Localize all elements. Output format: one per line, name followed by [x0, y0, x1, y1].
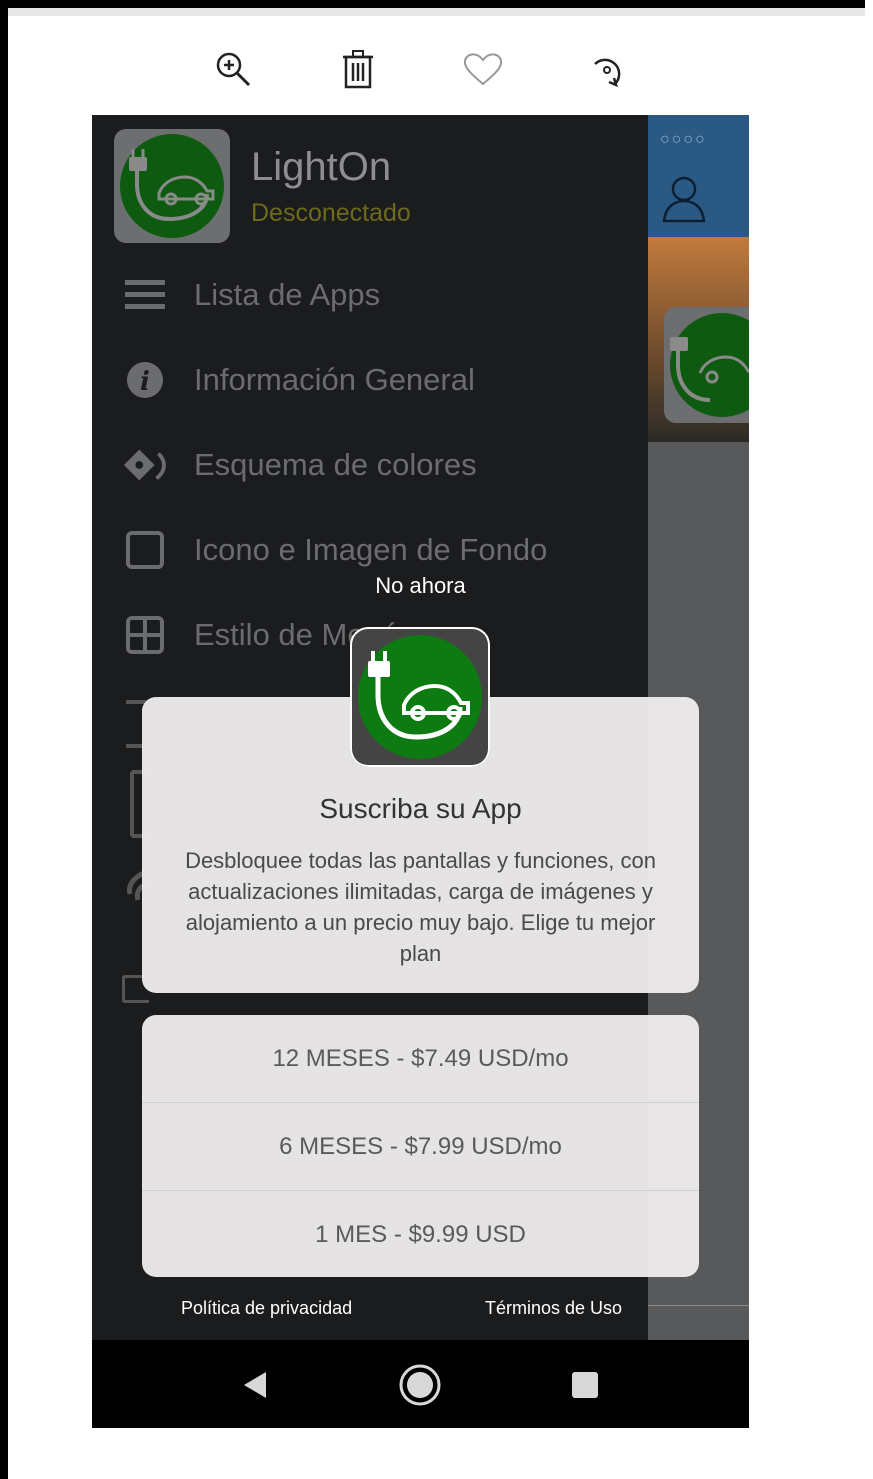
dialog-title: Suscriba su App [319, 793, 522, 824]
home-icon[interactable] [397, 1362, 443, 1408]
menu-item-icon-background[interactable]: Icono e Imagen de Fondo [122, 525, 547, 575]
app-icon [114, 129, 230, 243]
connection-status: Desconectado [251, 199, 411, 227]
menu-item-app-list[interactable]: Lista de Apps [122, 270, 380, 320]
window-top-strip [8, 8, 865, 16]
privacy-policy-link[interactable]: Política de privacidad [181, 1298, 352, 1319]
menu-item-label: Icono e Imagen de Fondo [194, 532, 548, 567]
rotate-icon[interactable] [583, 44, 633, 94]
heart-icon[interactable] [458, 44, 508, 94]
plan-options: 12 MESES - $7.49 USD/mo 6 MESES - $7.99 … [142, 1015, 699, 1277]
trash-icon[interactable] [333, 44, 383, 94]
preview-app-icon [664, 307, 749, 423]
hamburger-icon [122, 272, 168, 318]
dialog-description: Desbloquee todas las pantallas y funcion… [185, 848, 656, 966]
dismiss-button[interactable]: No ahora [92, 573, 749, 599]
android-nav-bar [92, 1340, 749, 1428]
back-icon[interactable] [232, 1362, 278, 1408]
menu-item-color-scheme[interactable]: Esquema de colores [122, 440, 477, 490]
square-icon [122, 527, 168, 573]
recents-icon[interactable] [562, 1362, 608, 1408]
zoom-in-icon[interactable] [208, 44, 258, 94]
terms-of-use-link[interactable]: Términos de Uso [485, 1298, 622, 1319]
plan-12-months-button[interactable]: 12 MESES - $7.49 USD/mo [142, 1015, 699, 1103]
grid-icon [122, 612, 168, 658]
preview-background-image [648, 237, 749, 442]
menu-item-label: Esquema de colores [194, 447, 477, 482]
signal-dots: ○○○○ [660, 131, 707, 148]
paint-bucket-icon [122, 442, 168, 488]
dialog-app-icon [350, 627, 490, 767]
preview-header: ○○○○ [648, 115, 749, 237]
menu-item-label: Información General [194, 362, 475, 397]
app-name: LightOn [251, 145, 392, 189]
ev-plug-car-icon [358, 635, 482, 759]
plan-1-month-button[interactable]: 1 MES - $9.99 USD [142, 1191, 699, 1277]
ev-plug-car-icon [120, 134, 224, 238]
svg-text:i: i [140, 367, 150, 397]
menu-item-label: Lista de Apps [194, 277, 381, 312]
info-icon: i [122, 357, 168, 403]
divider [648, 1305, 749, 1306]
user-icon [662, 176, 706, 223]
phone-screen: LightOn Desconectado Lista de Apps i Inf… [92, 115, 749, 1428]
menu-item-general-info[interactable]: i Información General [122, 355, 475, 405]
plan-6-months-button[interactable]: 6 MESES - $7.99 USD/mo [142, 1103, 699, 1191]
